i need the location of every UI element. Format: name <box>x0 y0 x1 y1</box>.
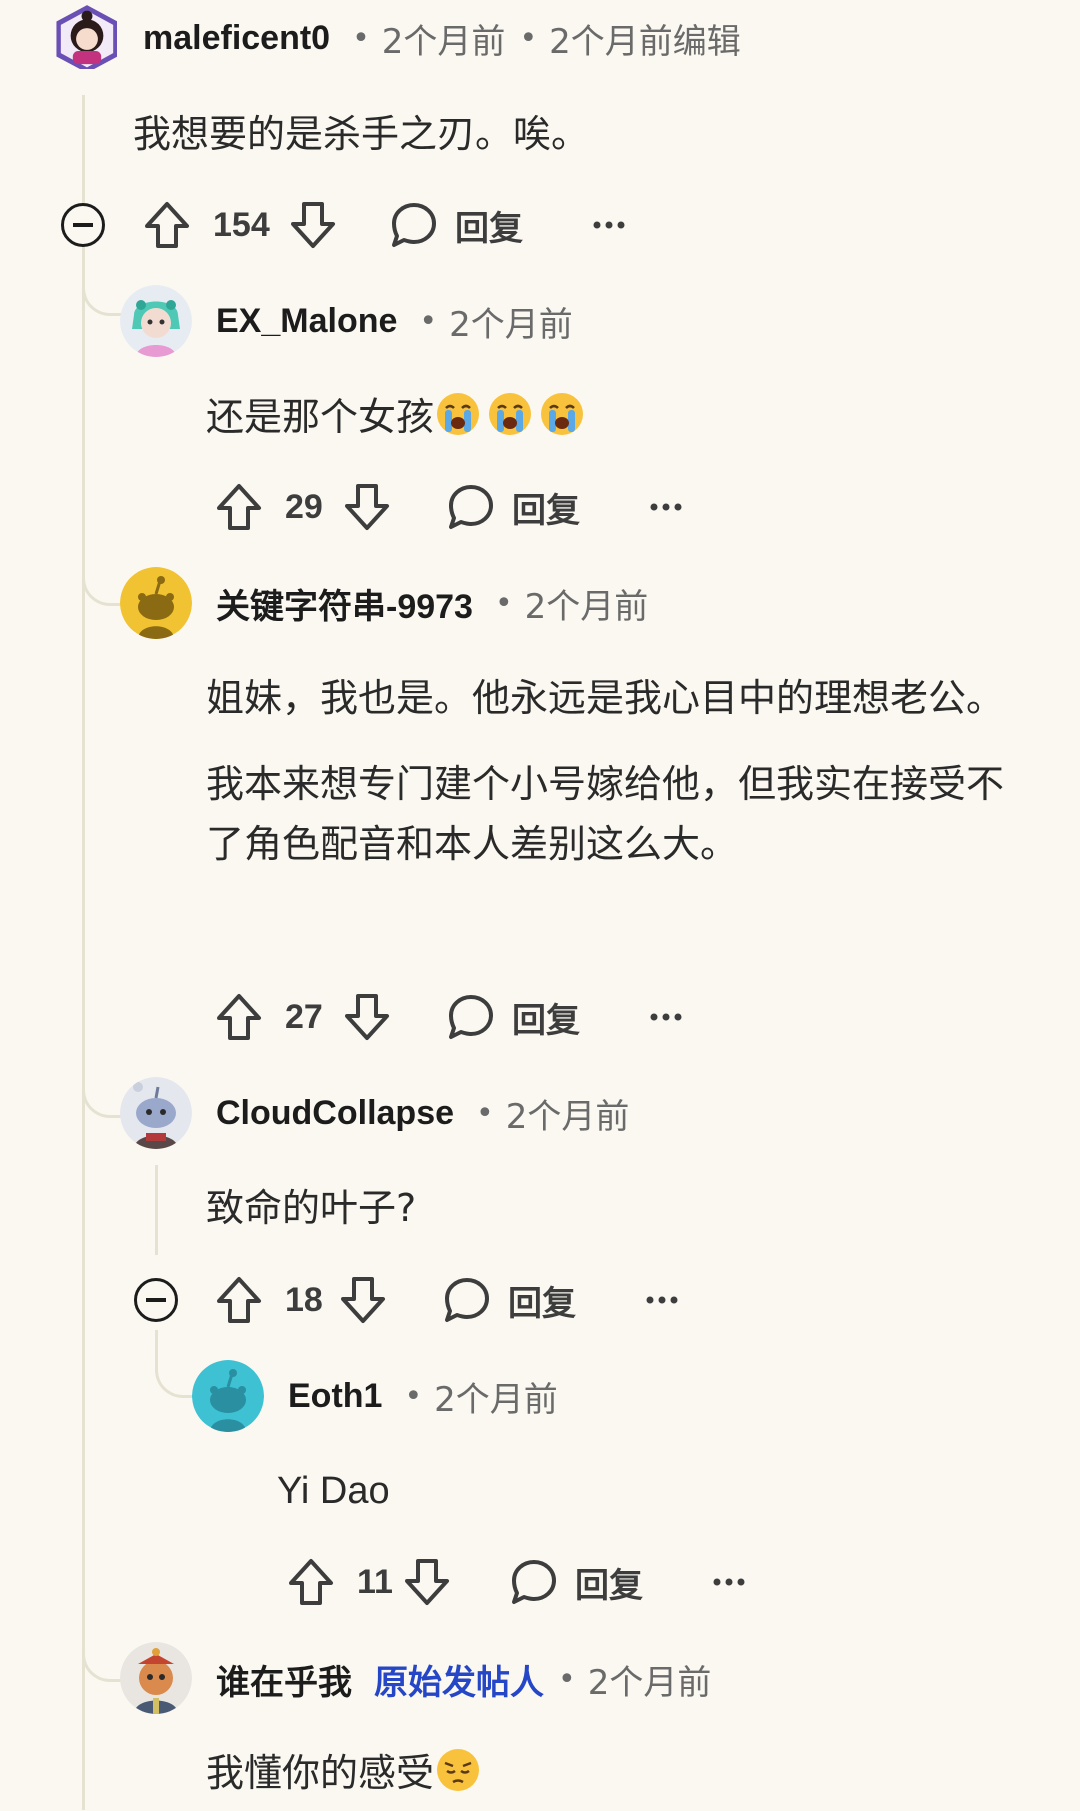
vote-count: 27 <box>285 997 323 1036</box>
downvote-icon[interactable] <box>289 199 337 251</box>
reply-button[interactable]: 回复 <box>512 483 580 532</box>
username[interactable]: 谁在乎我 <box>216 1655 352 1704</box>
username[interactable]: CloudCollapse <box>216 1094 454 1133</box>
more-options-icon[interactable] <box>711 1576 747 1588</box>
more-options-icon[interactable] <box>648 1011 684 1023</box>
loudly-crying-face-icon <box>434 390 482 455</box>
action-bar: 18 回复 <box>215 1270 680 1330</box>
avatar[interactable] <box>51 3 117 69</box>
reply-icon[interactable] <box>509 1557 559 1607</box>
reply-button[interactable]: 回复 <box>512 993 580 1042</box>
action-bar: 11 回复 <box>287 1552 747 1612</box>
comment-text: 我想要的是杀手之刃。唉。 <box>133 112 590 156</box>
vote-count: 11 <box>357 1562 393 1601</box>
comment-text: Yi Dao <box>277 1470 390 1512</box>
reply-icon[interactable] <box>446 482 496 532</box>
separator-dot: • <box>419 303 438 339</box>
thread-line-cloudcollapse <box>155 1165 158 1255</box>
comment-text: 我懂你的感受 <box>206 1751 435 1795</box>
comment-body: 致命的叶子? <box>206 1178 1036 1238</box>
comment-body: 我懂你的感受 <box>206 1743 1036 1811</box>
comment-text: 我懂你的感受 <box>206 1743 1036 1811</box>
more-options-icon[interactable] <box>648 501 684 513</box>
comment-header: 关键字符串-9973 • 2个月前 <box>216 578 648 628</box>
separator-dot: • <box>494 585 513 621</box>
comment-body: 我想要的是杀手之刃。唉。 <box>133 104 963 164</box>
separator-dot: • <box>352 20 370 56</box>
comment-body: Yi Dao <box>277 1461 1080 1521</box>
comment-header: Eoth1 • 2个月前 <box>288 1371 558 1421</box>
separator-dot: • <box>519 20 538 56</box>
username[interactable]: maleficent0 <box>143 19 330 58</box>
more-options-icon[interactable] <box>644 1294 680 1306</box>
action-bar: 29 回复 <box>215 477 684 537</box>
collapse-thread-button[interactable] <box>61 203 105 247</box>
reply-button[interactable]: 回复 <box>508 1276 576 1325</box>
vote-count: 18 <box>285 1280 323 1319</box>
thread-line-root <box>82 95 85 1810</box>
comment-header: 谁在乎我 原始发帖人 • 2个月前 <box>216 1654 711 1704</box>
upvote-icon[interactable] <box>215 481 263 533</box>
reply-icon[interactable] <box>389 200 439 250</box>
username[interactable]: EX_Malone <box>216 302 397 341</box>
reply-button[interactable]: 回复 <box>575 1558 643 1607</box>
avatar[interactable] <box>120 285 192 357</box>
avatar[interactable] <box>120 1077 192 1149</box>
vote-count: 154 <box>213 205 270 244</box>
upvote-icon[interactable] <box>143 199 191 251</box>
separator-dot: • <box>476 1095 494 1131</box>
reply-button[interactable]: 回复 <box>455 201 523 250</box>
more-options-icon[interactable] <box>591 219 627 231</box>
separator-dot: • <box>404 1378 423 1414</box>
upvote-icon[interactable] <box>287 1556 335 1608</box>
edited-label: 2个月前编辑 <box>549 21 741 62</box>
op-flair: 原始发帖人 <box>374 1662 544 1703</box>
pensive-face-icon <box>434 1746 482 1811</box>
comment-header: CloudCollapse • 2个月前 <box>216 1088 629 1138</box>
avatar[interactable] <box>192 1360 264 1432</box>
downvote-icon[interactable] <box>343 991 391 1043</box>
action-bar: 27 回复 <box>215 987 684 1047</box>
collapse-thread-button[interactable] <box>134 1278 178 1322</box>
timestamp: 2个月前 <box>587 1662 712 1703</box>
vote-count: 29 <box>285 487 323 526</box>
thread-curve <box>82 540 125 606</box>
comment-text: 还是那个女孩 <box>206 387 1036 455</box>
downvote-icon[interactable] <box>343 481 391 533</box>
comment-text: 致命的叶子? <box>206 1186 417 1230</box>
downvote-icon[interactable] <box>403 1556 451 1608</box>
timestamp: 2个月前 <box>505 1096 630 1137</box>
thread-curve <box>155 1330 196 1398</box>
avatar[interactable] <box>120 1642 192 1714</box>
thread-curve <box>82 1050 125 1118</box>
thread-curve <box>82 1617 125 1682</box>
reply-icon[interactable] <box>446 992 496 1042</box>
timestamp: 2个月前 <box>449 304 573 345</box>
loudly-crying-face-icon <box>538 390 586 455</box>
upvote-icon[interactable] <box>215 991 263 1043</box>
action-bar: 154 回复 <box>143 195 627 255</box>
comment-text: 我本来想专门建个小号嫁给他，但我实在接受不了角色配音和本人差别这么大。 <box>206 762 1005 866</box>
avatar[interactable] <box>120 567 192 639</box>
comment-header: EX_Malone • 2个月前 <box>216 296 573 346</box>
timestamp: 2个月前 <box>524 586 649 627</box>
username[interactable]: Eoth1 <box>288 1377 382 1416</box>
comment-body: 姐妹，我也是。他永远是我心目中的理想老公。 我本来想专门建个小号嫁给他，但我实在… <box>206 668 1036 874</box>
timestamp: 2个月前 <box>434 1379 558 1420</box>
thread-curve <box>82 255 125 316</box>
comment-body: 还是那个女孩 <box>206 387 1036 455</box>
downvote-icon[interactable] <box>339 1274 387 1326</box>
username[interactable]: 关键字符串-9973 <box>216 579 473 628</box>
loudly-crying-face-icon <box>486 390 534 455</box>
comment-text: 姐妹，我也是。他永远是我心目中的理想老公。 <box>206 676 1005 720</box>
comment-header: maleficent0 • 2个月前 • 2个月前编辑 <box>143 13 741 63</box>
upvote-icon[interactable] <box>215 1274 263 1326</box>
comment-text: 还是那个女孩 <box>206 395 435 439</box>
reply-icon[interactable] <box>442 1275 492 1325</box>
timestamp: 2个月前 <box>381 21 506 62</box>
separator-dot: • <box>558 1661 576 1697</box>
